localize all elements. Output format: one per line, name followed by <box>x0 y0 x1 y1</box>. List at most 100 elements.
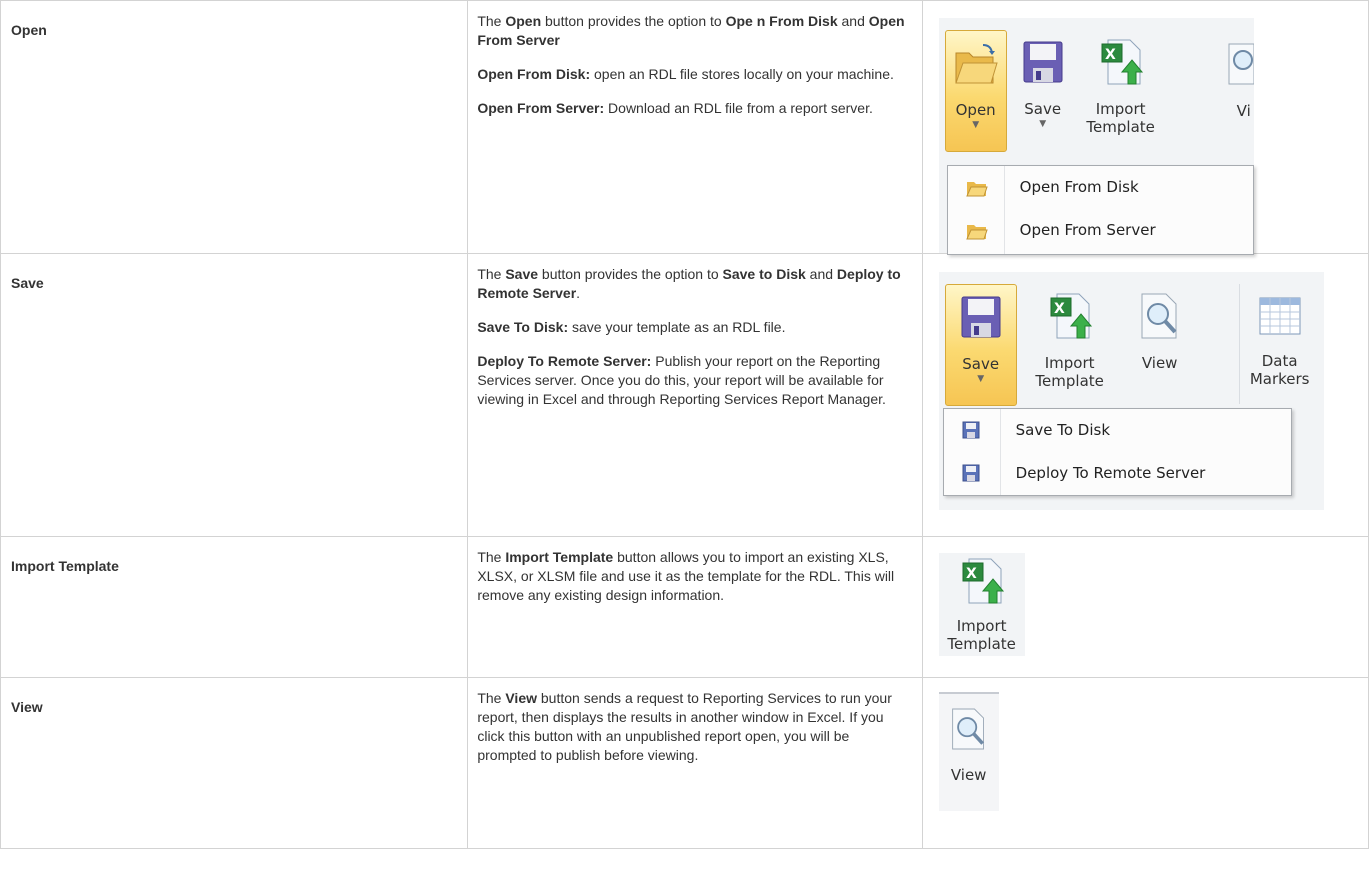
bold-term: View <box>505 690 537 706</box>
floppy-disk-icon <box>961 296 1001 338</box>
menu-item-label: Save To Disk <box>1015 421 1111 439</box>
folder-open-icon <box>965 182 988 197</box>
magnifier-view-icon <box>951 708 984 750</box>
description-paragraph: Open From Disk: open an RDL file stores … <box>477 65 907 84</box>
feature-description: The Open button provides the option to O… <box>468 1 921 118</box>
feature-description: The Import Template button allows you to… <box>468 537 921 605</box>
text-run: and <box>805 266 837 282</box>
bold-term: Save <box>505 266 539 282</box>
import-template-button[interactable]: X Import Template <box>1079 30 1163 150</box>
description-paragraph: Open From Server: Download an RDL file f… <box>477 99 907 118</box>
open-dropdown-menu: Open From Disk Open From Server <box>946 165 1254 255</box>
folder-open-icon <box>954 44 998 84</box>
description-paragraph: The Open button provides the option to O… <box>477 12 907 50</box>
text-run: . <box>576 285 581 301</box>
bold-term: Save to Disk <box>722 266 806 282</box>
floppy-disk-icon <box>962 421 980 439</box>
import-label-line1: Import <box>1044 354 1095 372</box>
menu-item-label: Open From Server <box>1019 221 1156 239</box>
feature-name: Save <box>11 275 44 291</box>
data-markers-label-line1: Data <box>1261 352 1298 370</box>
import-label-line1: Import <box>956 617 1007 635</box>
folder-open-icon <box>965 225 988 240</box>
feature-description: The Save button provides the option to S… <box>468 254 921 409</box>
chevron-down-icon: ▼ <box>972 120 980 130</box>
svg-text:X: X <box>966 566 977 582</box>
text-run: Download an RDL file from a report serve… <box>604 100 873 116</box>
import-template-button[interactable]: X Import Template <box>1025 284 1115 404</box>
ribbon-screenshot-open: Open ▼ Save ▼ X Import Template Vi Open … <box>938 18 1254 255</box>
ribbon-screenshot-import: X Import Template <box>938 553 1025 656</box>
text-run: open an RDL file stores locally on your … <box>590 66 894 82</box>
import-label-line1: Import <box>1095 100 1146 118</box>
text-run: The <box>477 690 506 706</box>
excel-import-icon: X <box>1101 39 1143 85</box>
ribbon-screenshot-save: Save ▼ X Import Template View Data Marke… <box>938 272 1324 510</box>
view-button-partial[interactable]: Vi <box>1227 30 1254 150</box>
magnifier-view-icon <box>1228 43 1254 85</box>
save-dropdown-menu: Save To Disk Deploy To Remote Server <box>942 408 1292 496</box>
view-label: View <box>950 766 987 784</box>
bold-term: Ope n From Disk <box>725 13 838 29</box>
description-paragraph: Deploy To Remote Server: Publish your re… <box>477 352 907 409</box>
bold-term: Open From Server: <box>477 100 605 116</box>
text-run: button provides the option to <box>541 13 726 29</box>
save-label: Save <box>962 355 1000 373</box>
view-label: Vi <box>1236 102 1251 120</box>
floppy-disk-icon <box>1023 41 1063 83</box>
menu-item-open-from-server[interactable]: Open From Server <box>948 209 1253 252</box>
chevron-down-icon: ▼ <box>1039 119 1047 129</box>
view-label: View <box>1141 354 1178 372</box>
ribbon-screenshot-view: View <box>938 692 999 811</box>
feature-table: Open The Open button provides the option… <box>0 0 1369 849</box>
table-row: View The View button sends a request to … <box>0 677 1369 849</box>
data-markers-grid-icon <box>1259 297 1301 335</box>
open-button[interactable]: Open ▼ <box>944 30 1007 152</box>
bold-term: Save To Disk: <box>477 319 569 335</box>
text-run: button sends a request to Reporting Serv… <box>477 690 892 763</box>
menu-item-open-from-disk[interactable]: Open From Disk <box>948 166 1253 209</box>
menu-item-save-to-disk[interactable]: Save To Disk <box>944 409 1291 452</box>
description-paragraph: The Import Template button allows you to… <box>477 548 907 605</box>
save-button[interactable]: Save ▼ <box>1015 30 1071 150</box>
description-paragraph: The Save button provides the option to S… <box>477 265 907 303</box>
view-button[interactable]: View <box>1125 284 1195 404</box>
bold-term: Open <box>505 13 542 29</box>
text-run: The <box>477 549 506 565</box>
feature-name: View <box>11 699 43 715</box>
open-label: Open <box>955 101 996 119</box>
import-label-line2: Template <box>1035 372 1104 390</box>
chevron-down-icon: ▼ <box>977 374 985 384</box>
floppy-disk-icon <box>962 464 980 482</box>
menu-item-deploy-to-remote-server[interactable]: Deploy To Remote Server <box>944 452 1291 495</box>
data-markers-label-line2: Markers <box>1249 370 1310 388</box>
magnifier-view-icon <box>1141 293 1177 339</box>
import-template-button[interactable]: X Import Template <box>939 553 1025 656</box>
bold-term: Deploy To Remote Server: <box>477 353 652 369</box>
svg-text:X: X <box>1105 47 1116 63</box>
feature-description: The View button sends a request to Repor… <box>468 678 921 765</box>
feature-name: Open <box>11 22 47 38</box>
bold-term: Open From Disk: <box>477 66 591 82</box>
table-row: Open The Open button provides the option… <box>0 0 1369 255</box>
menu-item-label: Open From Disk <box>1019 178 1139 196</box>
data-markers-button[interactable]: Data Markers <box>1238 284 1320 404</box>
import-label-line2: Template <box>947 635 1016 653</box>
import-label-line2: Template <box>1086 118 1155 136</box>
svg-text:X: X <box>1054 301 1065 317</box>
save-label: Save <box>1024 100 1062 118</box>
feature-name: Import Template <box>11 558 119 574</box>
description-paragraph: Save To Disk: save your template as an R… <box>477 318 907 337</box>
text-run: save your template as an RDL file. <box>568 319 786 335</box>
save-button[interactable]: Save ▼ <box>944 284 1017 406</box>
table-row: Save The Save button provides the option… <box>0 253 1369 537</box>
text-run: button provides the option to <box>538 266 723 282</box>
text-run: The <box>477 266 506 282</box>
view-button[interactable]: View <box>939 694 999 811</box>
excel-import-icon: X <box>962 558 1004 604</box>
table-row: Import Template The Import Template butt… <box>0 536 1369 678</box>
description-paragraph: The View button sends a request to Repor… <box>477 689 907 765</box>
text-run: and <box>837 13 869 29</box>
bold-term: Import Template <box>505 549 614 565</box>
text-run: The <box>477 13 506 29</box>
